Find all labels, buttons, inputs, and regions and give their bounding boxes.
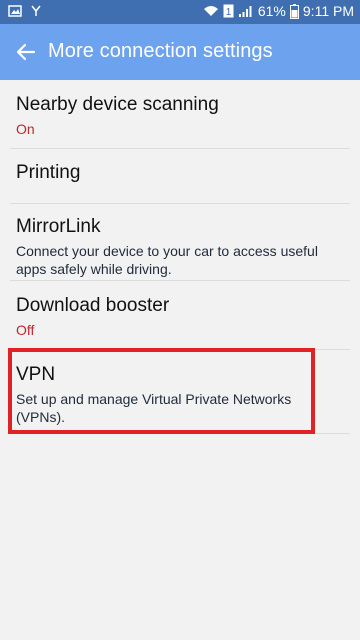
- list-item-printing[interactable]: Printing: [0, 149, 360, 204]
- divider: [10, 433, 350, 434]
- list-item-nearby-device-scanning[interactable]: Nearby device scanning On: [0, 80, 360, 149]
- clock: 9:11 PM: [302, 3, 354, 19]
- wifi-icon: [203, 4, 219, 18]
- app-bar: More connection settings: [0, 24, 360, 80]
- sim-icon: 1: [223, 4, 234, 18]
- list-item-mirrorlink[interactable]: MirrorLink Connect your device to your c…: [0, 204, 360, 281]
- item-title: Printing: [16, 162, 81, 183]
- item-status: On: [16, 121, 35, 137]
- item-status: Off: [16, 322, 35, 338]
- list-item-download-booster[interactable]: Download booster Off: [0, 281, 360, 350]
- battery-icon: [289, 3, 299, 19]
- svg-text:1: 1: [226, 7, 232, 18]
- item-title: Download booster: [16, 295, 170, 316]
- arrow-left-icon: [16, 42, 36, 62]
- signal-icon: [238, 4, 254, 18]
- image-notification-icon: [8, 4, 22, 18]
- battery-percent: 61%: [257, 3, 286, 19]
- settings-list: Nearby device scanning On Printing Mirro…: [0, 80, 360, 434]
- item-title: Nearby device scanning: [16, 94, 219, 115]
- status-bar: 1 61% 9:11 PM: [0, 0, 360, 24]
- list-item-vpn[interactable]: VPN Set up and manage Virtual Private Ne…: [0, 350, 360, 434]
- page-title: More connection settings: [48, 40, 273, 62]
- item-description: Connect your device to your car to acces…: [16, 243, 318, 277]
- back-button[interactable]: [8, 34, 44, 70]
- missed-call-icon: [30, 4, 42, 18]
- item-title: MirrorLink: [16, 216, 101, 237]
- item-description: Set up and manage Virtual Private Networ…: [16, 391, 292, 425]
- item-title: VPN: [16, 364, 56, 385]
